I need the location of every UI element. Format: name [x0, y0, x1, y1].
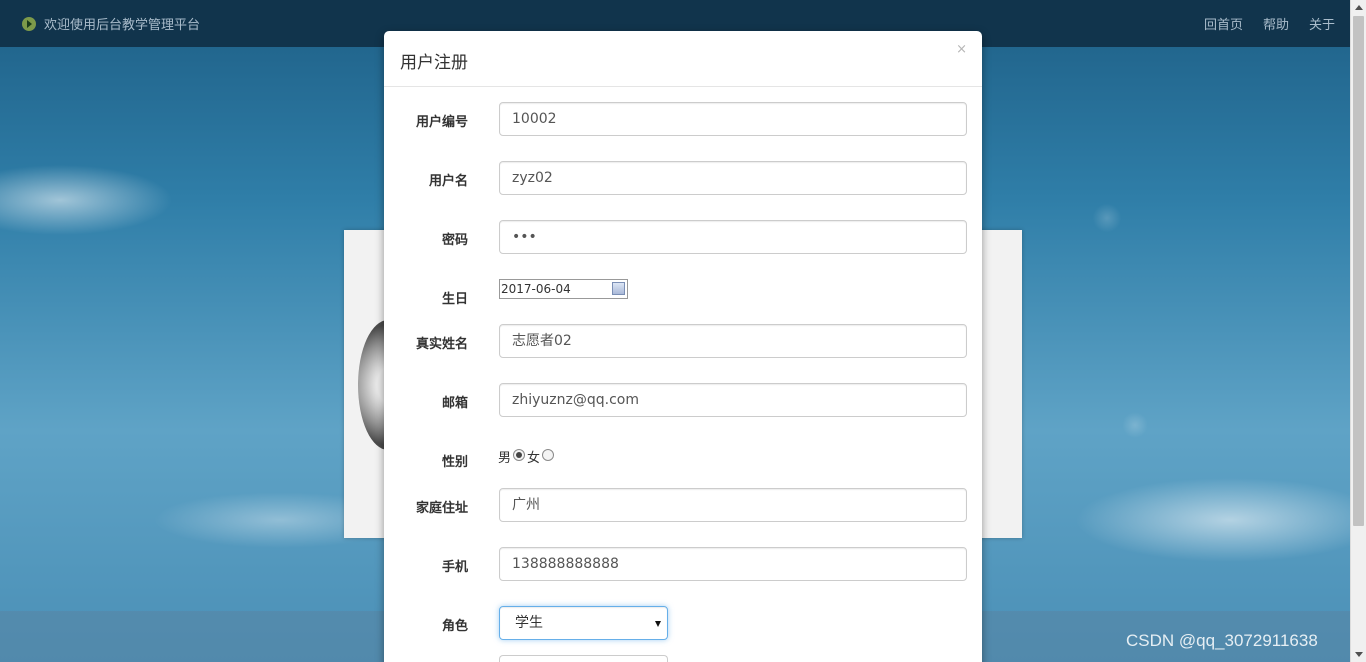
close-icon[interactable]: × — [956, 42, 967, 57]
realname-label: 真实姓名 — [415, 337, 468, 352]
user-id-label: 用户编号 — [415, 115, 468, 130]
gender-male-label: 男 — [498, 451, 512, 466]
modal-title: 用户注册 — [400, 53, 468, 73]
birthday-date-input[interactable]: 2017-06-04 — [499, 279, 628, 299]
email-input[interactable]: zhiyuznz@qq.com — [499, 383, 967, 417]
phone-input[interactable]: 138888888888 — [499, 547, 967, 581]
realname-input[interactable]: 志愿者02 — [499, 324, 967, 358]
play-logo-icon — [22, 16, 36, 31]
email-label: 邮箱 — [441, 396, 468, 411]
birthday-label: 生日 — [441, 292, 468, 307]
watermark: CSDN @qq_3072911638 — [1126, 631, 1318, 650]
gender-female-radio[interactable] — [542, 448, 555, 461]
address-label: 家庭住址 — [415, 501, 468, 516]
role-selected-value: 学生 — [515, 615, 543, 631]
username-input[interactable]: zyz02 — [499, 161, 967, 195]
gender-female-label: 女 — [527, 451, 541, 466]
modal-header: 用户注册 × — [384, 31, 982, 87]
gender-male-radio[interactable] — [513, 448, 526, 461]
role-label: 角色 — [441, 619, 468, 634]
role-select[interactable]: 学生 — [499, 606, 668, 640]
chevron-down-icon — [655, 621, 661, 627]
user-id-input[interactable]: 10002 — [499, 102, 967, 136]
top-nav: 回首页 帮助 关于 — [1204, 14, 1335, 33]
page-scrollbar[interactable] — [1350, 0, 1366, 662]
scroll-down-arrow-icon[interactable] — [1355, 652, 1363, 657]
scroll-thumb[interactable] — [1353, 16, 1364, 526]
nav-help-link[interactable]: 帮助 — [1263, 14, 1289, 33]
nav-home-link[interactable]: 回首页 — [1204, 14, 1243, 33]
welcome-text: 欢迎使用后台教学管理平台 — [44, 18, 201, 33]
birthday-value: 2017-06-04 — [501, 282, 571, 296]
address-input[interactable]: 广州 — [499, 488, 967, 522]
username-label: 用户名 — [428, 174, 468, 189]
nav-about-link[interactable]: 关于 — [1309, 14, 1335, 33]
password-input[interactable]: ••• — [499, 220, 967, 254]
next-select-partial[interactable] — [499, 655, 668, 662]
gender-label: 性别 — [441, 455, 468, 470]
scroll-up-arrow-icon[interactable] — [1355, 5, 1363, 10]
phone-label: 手机 — [441, 560, 468, 575]
password-label: 密码 — [441, 233, 468, 248]
calendar-icon[interactable] — [612, 282, 625, 295]
gender-radio-group: 男 女 — [498, 447, 556, 466]
register-modal: 用户注册 × 用户编号 10002 用户名 zyz02 密码 ••• 生日 20… — [384, 31, 982, 662]
